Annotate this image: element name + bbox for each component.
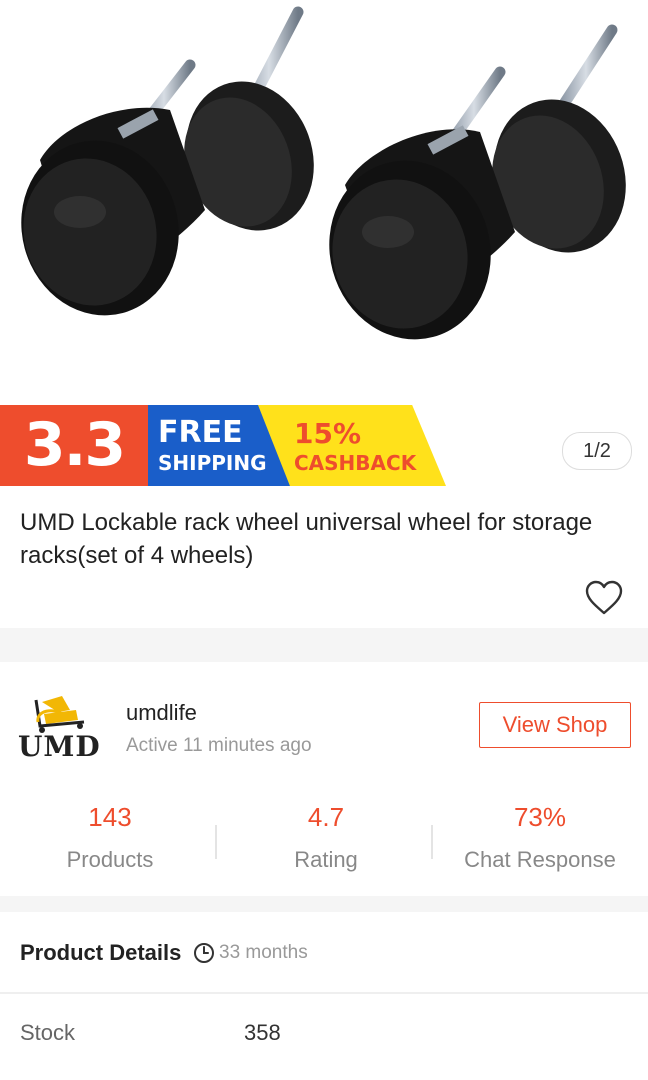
product-details-heading: Product Details xyxy=(20,940,182,965)
product-image-gallery[interactable] xyxy=(0,0,648,405)
stat-products: 143 Products xyxy=(2,802,218,873)
listing-age: 33 months xyxy=(219,942,308,963)
caster-wheels-image xyxy=(21,6,626,340)
shop-logo[interactable]: UMD xyxy=(14,680,108,760)
divider xyxy=(0,992,648,994)
heart-icon[interactable] xyxy=(584,580,624,616)
stat-value: 4.7 xyxy=(307,802,345,832)
free-shipping-line2: SHIPPING xyxy=(158,451,267,475)
stat-chat-response: 73% Chat Response xyxy=(432,802,648,873)
shop-logo-text: UMD xyxy=(18,730,101,760)
product-title: UMD Lockable rack wheel universal wheel … xyxy=(20,509,593,569)
stat-rating: 4.7 Rating xyxy=(218,802,434,873)
cashback-percent: 15% xyxy=(294,417,362,450)
view-shop-button[interactable]: View Shop xyxy=(479,702,631,748)
stat-divider xyxy=(215,825,217,859)
image-counter: 1/2 xyxy=(562,432,632,470)
sale-badge: 3.3 xyxy=(0,405,148,486)
shop-active-status: Active 11 minutes ago xyxy=(126,735,312,756)
stock-label: Stock xyxy=(20,1020,76,1045)
stock-value: 358 xyxy=(244,1020,281,1045)
shop-section: UMD umdlife Active 11 minutes ago View S… xyxy=(0,662,648,896)
product-details-section: Product Details 33 months Stock 358 xyxy=(0,912,648,1080)
shop-name[interactable]: umdlife xyxy=(126,700,197,726)
stat-label: Products xyxy=(66,847,154,872)
stat-value: 143 xyxy=(88,802,132,832)
clock-icon xyxy=(194,943,214,963)
stat-label: Rating xyxy=(294,847,358,872)
stat-label: Chat Response xyxy=(464,847,616,872)
cashback-label: CASHBACK xyxy=(294,451,417,475)
product-title-section: UMD Lockable rack wheel universal wheel … xyxy=(0,486,648,628)
free-shipping-line1: FREE xyxy=(158,415,243,450)
stat-value: 73% xyxy=(513,802,567,832)
promo-banner: 3.3 FREE SHIPPING 15% CASHBACK 1/2 xyxy=(0,405,648,486)
